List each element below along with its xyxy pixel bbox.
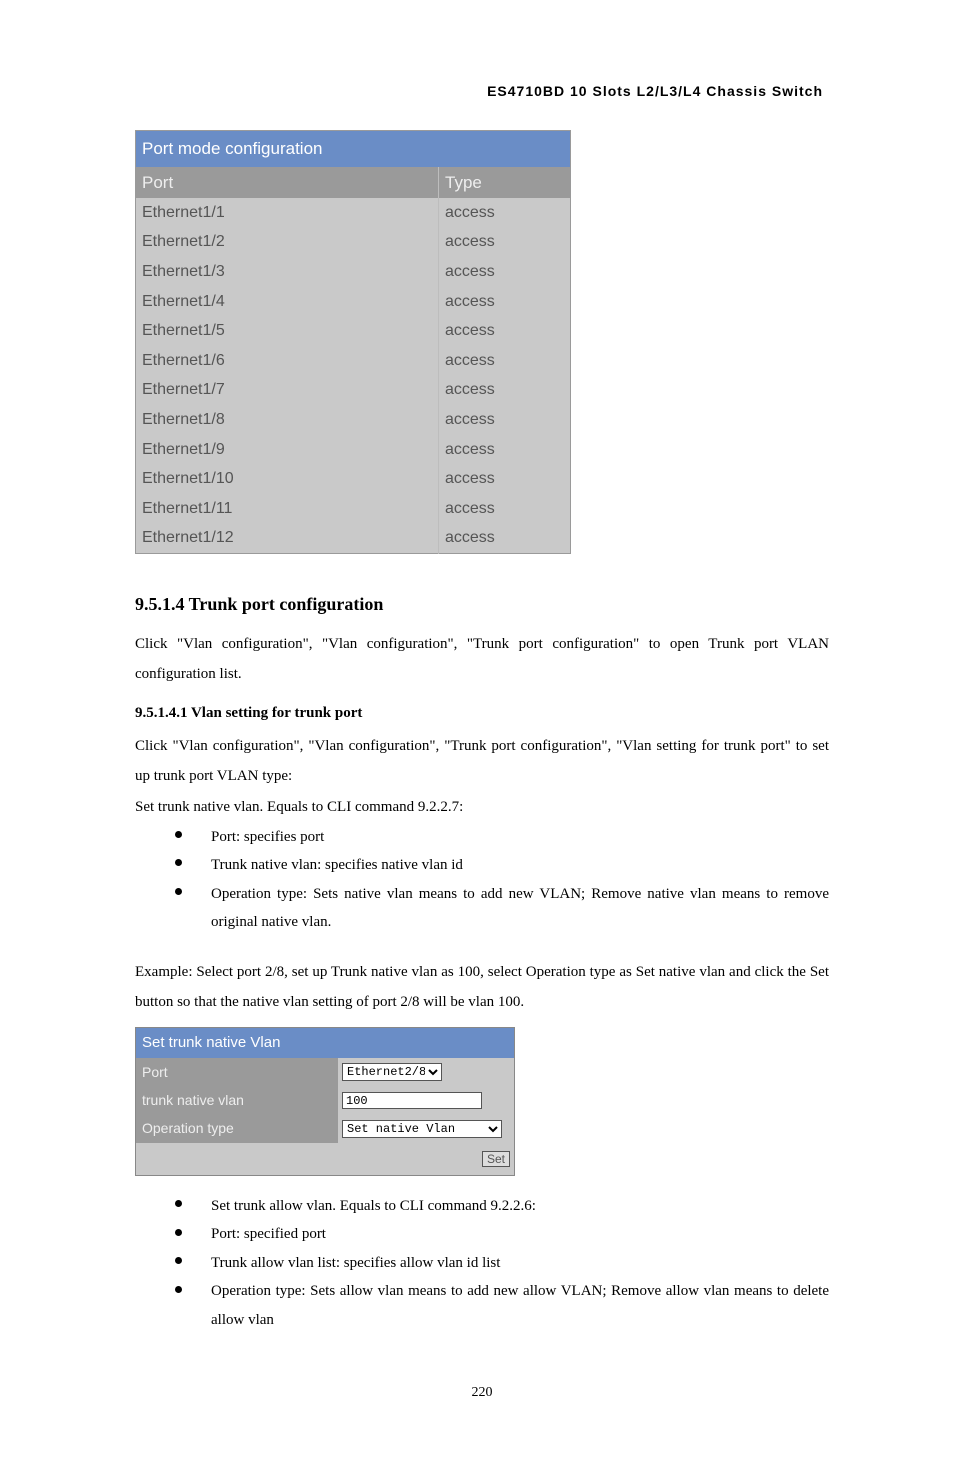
cell-port: Ethernet1/11 (136, 494, 439, 524)
cell-type: access (439, 227, 571, 257)
table-row: Ethernet1/2access (136, 227, 571, 257)
page-header: ES4710BD 10 Slots L2/L3/L4 Chassis Switc… (135, 80, 829, 102)
cell-type: access (439, 464, 571, 494)
set-trunk-native-table: Set trunk native Vlan Port Ethernet2/8 t… (135, 1027, 515, 1176)
bullet-list-2: Set trunk allow vlan. Equals to CLI comm… (175, 1192, 829, 1335)
cell-type: access (439, 523, 571, 553)
table-row: Ethernet1/8access (136, 405, 571, 435)
list-item: Operation type: Sets allow vlan means to… (175, 1277, 829, 1334)
list-item: Port: specifies port (175, 823, 829, 852)
port-select[interactable]: Ethernet2/8 (342, 1063, 442, 1081)
table-row: Ethernet1/9access (136, 435, 571, 465)
page-number: 220 (135, 1382, 829, 1404)
tbl2-row-native-label: trunk native vlan (136, 1086, 339, 1114)
cell-port: Ethernet1/9 (136, 435, 439, 465)
table-row: Ethernet1/7access (136, 375, 571, 405)
table-row: Ethernet1/11access (136, 494, 571, 524)
cell-type: access (439, 316, 571, 346)
operation-type-select[interactable]: Set native Vlan (342, 1120, 502, 1138)
table-row: Ethernet1/3access (136, 257, 571, 287)
table-row: Ethernet1/10access (136, 464, 571, 494)
port-mode-table: Port mode configuration Port Type Ethern… (135, 130, 571, 554)
heading-95141: 9.5.1.4.1 Vlan setting for trunk port (135, 701, 829, 725)
cell-type: access (439, 494, 571, 524)
col-port: Port (136, 167, 439, 198)
heading-9514: 9.5.1.4 Trunk port configuration (135, 590, 829, 619)
tbl2-row-port-label: Port (136, 1058, 339, 1086)
table-row: Ethernet1/5access (136, 316, 571, 346)
para-95141-3: Example: Select port 2/8, set up Trunk n… (135, 957, 829, 1017)
col-type: Type (439, 167, 571, 198)
cell-port: Ethernet1/10 (136, 464, 439, 494)
table-title: Port mode configuration (136, 131, 571, 167)
bullet-list-1: Port: specifies portTrunk native vlan: s… (175, 823, 829, 937)
para-95141-1: Click "Vlan configuration", "Vlan config… (135, 731, 829, 791)
cell-port: Ethernet1/6 (136, 346, 439, 376)
cell-type: access (439, 435, 571, 465)
table-row: Ethernet1/12access (136, 523, 571, 553)
tbl2-row-op-label: Operation type (136, 1114, 339, 1142)
cell-port: Ethernet1/1 (136, 198, 439, 228)
cell-type: access (439, 257, 571, 287)
cell-type: access (439, 198, 571, 228)
cell-type: access (439, 287, 571, 317)
set-button[interactable]: Set (482, 1151, 510, 1167)
cell-type: access (439, 405, 571, 435)
native-vlan-input[interactable] (342, 1092, 482, 1109)
list-item: Port: specified port (175, 1220, 829, 1249)
cell-port: Ethernet1/8 (136, 405, 439, 435)
table-row: Ethernet1/1access (136, 198, 571, 228)
cell-port: Ethernet1/2 (136, 227, 439, 257)
cell-port: Ethernet1/3 (136, 257, 439, 287)
list-item: Operation type: Sets native vlan means t… (175, 880, 829, 937)
list-item: Trunk native vlan: specifies native vlan… (175, 851, 829, 880)
list-item: Set trunk allow vlan. Equals to CLI comm… (175, 1192, 829, 1221)
para-95141-2: Set trunk native vlan. Equals to CLI com… (135, 795, 829, 819)
cell-port: Ethernet1/5 (136, 316, 439, 346)
table-row: Ethernet1/4access (136, 287, 571, 317)
cell-type: access (439, 346, 571, 376)
cell-type: access (439, 375, 571, 405)
cell-port: Ethernet1/7 (136, 375, 439, 405)
cell-port: Ethernet1/4 (136, 287, 439, 317)
tbl2-title: Set trunk native Vlan (136, 1027, 515, 1058)
list-item: Trunk allow vlan list: specifies allow v… (175, 1249, 829, 1278)
para-9514-1: Click "Vlan configuration", "Vlan config… (135, 629, 829, 689)
table-row: Ethernet1/6access (136, 346, 571, 376)
cell-port: Ethernet1/12 (136, 523, 439, 553)
